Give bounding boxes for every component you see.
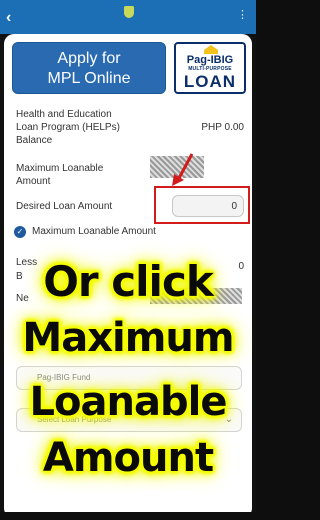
max-loanable-checkbox[interactable]: ✓: [14, 226, 26, 238]
bottom-bar: [0, 512, 256, 520]
logo-pagibig-text: Pag-IBIG: [186, 54, 234, 66]
max-loanable-checkbox-label[interactable]: Maximum Loanable Amount: [32, 226, 156, 238]
overlay-text-line-1: Or click: [43, 257, 214, 306]
logo-loan-text: LOAN: [183, 72, 237, 91]
phone-frame: ‹ ⋮ Apply for MPL Online Pag-IBIG MULTI-…: [0, 0, 256, 520]
helps-label-line-1: Health and Education: [16, 109, 112, 120]
apply-button-line-1: Apply for: [57, 50, 121, 67]
helps-balance-label: Health and Education Loan Program (HELPs…: [16, 108, 120, 147]
overlay-text-line-2: Maximum: [22, 315, 234, 361]
pagibig-mpl-logo: Pag-IBIG MULTI-PURPOSE LOAN: [174, 42, 246, 94]
app-top-bar: ‹ ⋮: [0, 0, 256, 34]
max-label-line-1: Maximum Loanable: [16, 163, 104, 174]
max-label-line-2: Amount: [16, 176, 51, 187]
apply-button-line-2: MPL Online: [47, 70, 131, 87]
house-icon: [204, 45, 218, 54]
helps-label-line-2: Loan Program (HELPs): [16, 122, 120, 133]
menu-icon[interactable]: ⋮: [237, 9, 248, 21]
overlay-text-line-3: Loanable: [29, 379, 228, 425]
apply-mpl-online-button[interactable]: Apply for MPL Online: [12, 42, 166, 94]
helps-label-line-3: Balance: [16, 135, 53, 146]
shield-icon: [124, 6, 134, 18]
max-loanable-label: Maximum Loanable Amount: [16, 162, 103, 188]
chevron-left-icon[interactable]: ‹: [6, 10, 11, 26]
helps-balance-value: PHP 0.00: [201, 122, 244, 133]
desired-loan-amount-input[interactable]: [172, 195, 244, 217]
overlay-text-line-4: Amount: [42, 435, 214, 481]
desired-loan-label: Desired Loan Amount: [16, 201, 113, 212]
